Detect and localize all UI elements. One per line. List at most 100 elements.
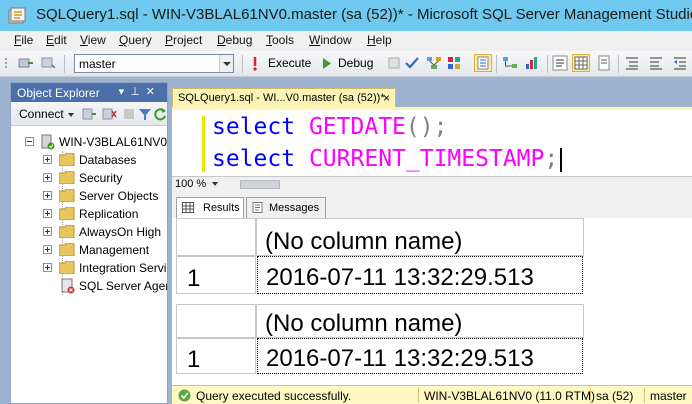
folder-icon: [59, 243, 75, 256]
menu-window[interactable]: Window: [309, 33, 352, 47]
folder-icon: [59, 189, 75, 202]
sql-agent-icon: [61, 278, 75, 294]
tab-messages[interactable]: Messages: [246, 197, 326, 218]
estimated-plan-icon[interactable]: [426, 55, 442, 71]
chevron-down-icon[interactable]: [219, 55, 233, 72]
success-check-icon: [178, 389, 191, 402]
uncomment-lines-icon[interactable]: [648, 55, 664, 71]
results-to-text-icon[interactable]: [552, 55, 568, 71]
folder-icon: [59, 171, 75, 184]
expand-icon[interactable]: [43, 263, 52, 272]
debug-button[interactable]: Debug: [338, 56, 373, 70]
parse-checkmark-icon[interactable]: [404, 55, 420, 71]
execute-icon[interactable]: [250, 57, 260, 71]
include-plan-icon[interactable]: [502, 55, 518, 71]
tree-node-management[interactable]: Management: [43, 241, 167, 259]
grid-corner-cell[interactable]: [176, 218, 256, 256]
folder-icon: [59, 153, 75, 166]
object-explorer-tree: WIN-V3BLAL61NV0 Databases Security Serve…: [11, 130, 167, 400]
tree-node-databases[interactable]: Databases: [43, 151, 167, 169]
status-server: WIN-V3BLAL61NV0 (11.0 RTM): [424, 389, 595, 403]
close-tab-icon[interactable]: ×: [383, 91, 390, 105]
horizontal-scrollbar[interactable]: [240, 180, 280, 189]
client-statistics-icon[interactable]: [524, 55, 540, 71]
toolbar-separator: [64, 55, 65, 73]
close-icon[interactable]: ✕: [146, 86, 161, 98]
decrease-indent-icon[interactable]: [672, 55, 688, 71]
editor-line-1[interactable]: select GETDATE();: [212, 114, 447, 140]
tree-node-integration-services[interactable]: Integration Servi: [43, 259, 167, 277]
connect-dropdown-button[interactable]: Connect: [19, 107, 74, 121]
expand-icon[interactable]: [43, 155, 52, 164]
object-explorer-title: Object Explorer: [17, 86, 100, 100]
tree-node-replication[interactable]: Replication: [43, 205, 167, 223]
status-message: Query executed successfully.: [196, 389, 352, 403]
column-header[interactable]: (No column name): [256, 218, 584, 256]
tree-node-server-objects[interactable]: Server Objects: [43, 187, 167, 205]
document-tab-label: SQLQuery1.sql - WI...V0.master (sa (52))…: [178, 92, 385, 104]
object-explorer-panel: Object Explorer ▾⊥✕ Connect WIN-V3BLAL61…: [10, 82, 168, 404]
pin-dropdown-icon[interactable]: ▾: [119, 86, 131, 98]
results-to-grid-icon[interactable]: [572, 54, 590, 72]
row-header[interactable]: 1: [176, 256, 256, 294]
editor-zoom-bar: 100 %: [172, 176, 692, 192]
editor-line-2[interactable]: select CURRENT_TIMESTAMP;: [212, 146, 563, 172]
tree-node-server[interactable]: WIN-V3BLAL61NV0: [25, 133, 167, 151]
menu-help[interactable]: Help: [367, 33, 392, 47]
query-document-tab[interactable]: SQLQuery1.sql - WI...V0.master (sa (52))…: [172, 88, 396, 108]
results-to-file-icon[interactable]: [474, 54, 492, 72]
toolbar-separator: [547, 55, 548, 73]
menu-file[interactable]: File: [14, 33, 33, 47]
results-file-icon[interactable]: [596, 55, 612, 71]
tab-results[interactable]: Results: [176, 197, 244, 218]
tree-node-security[interactable]: Security: [43, 169, 167, 187]
expand-icon[interactable]: [43, 209, 52, 218]
connect-server-icon[interactable]: [81, 106, 97, 122]
menu-view[interactable]: View: [80, 33, 106, 47]
collapse-icon[interactable]: [25, 137, 34, 146]
disconnect-icon[interactable]: [101, 106, 117, 122]
result-cell-selected[interactable]: 2016-07-11 13:32:29.513: [257, 338, 583, 374]
change-connection-icon[interactable]: [40, 55, 56, 71]
grid-icon: [182, 202, 194, 213]
folder-icon: [59, 261, 75, 274]
filter-icon[interactable]: [137, 106, 153, 122]
auto-hide-pin-icon[interactable]: ⊥: [130, 86, 146, 98]
expand-icon[interactable]: [43, 227, 52, 236]
menu-tools[interactable]: Tools: [266, 33, 294, 47]
column-header[interactable]: (No column name): [256, 304, 584, 338]
row-header[interactable]: 1: [176, 338, 256, 374]
expand-icon[interactable]: [43, 173, 52, 182]
server-icon: [41, 134, 55, 150]
object-explorer-toolbar: Connect: [11, 102, 167, 126]
query-editor[interactable]: select GETDATE(); select CURRENT_TIMESTA…: [172, 110, 692, 176]
toolbar-separator: [242, 55, 243, 73]
status-database: master: [650, 389, 687, 403]
available-databases-dropdown[interactable]: master: [74, 54, 234, 73]
tree-node-alwayson[interactable]: AlwaysOn High: [43, 223, 167, 241]
execute-button[interactable]: Execute: [268, 56, 311, 70]
server-name: WIN-V3BLAL61NV0: [59, 135, 167, 149]
menu-debug[interactable]: Debug: [217, 33, 252, 47]
result-cell-selected[interactable]: 2016-07-11 13:32:29.513: [257, 256, 583, 294]
menu-project[interactable]: Project: [165, 33, 202, 47]
cancel-query-icon[interactable]: [386, 55, 402, 71]
query-designer-icon[interactable]: [446, 55, 462, 71]
menu-query[interactable]: Query: [119, 33, 152, 47]
stop-icon[interactable]: [121, 106, 137, 122]
expand-icon[interactable]: [43, 245, 52, 254]
expand-icon[interactable]: [43, 191, 52, 200]
grid-corner-cell[interactable]: [176, 304, 256, 338]
connect-icon[interactable]: [18, 55, 34, 71]
toolbar-grip-icon: [5, 58, 7, 68]
zoom-level-dropdown[interactable]: 100 %: [175, 178, 218, 190]
debug-play-icon[interactable]: [322, 58, 332, 69]
refresh-icon[interactable]: [153, 106, 167, 122]
tree-node-sql-server-agent[interactable]: SQL Server Agen: [43, 277, 167, 295]
comment-lines-icon[interactable]: [624, 55, 640, 71]
toolbar-separator: [496, 55, 497, 73]
changed-lines-marker: [202, 116, 205, 172]
menu-edit[interactable]: Edit: [46, 33, 67, 47]
query-status-bar: Query executed successfully. WIN-V3BLAL6…: [172, 385, 692, 404]
menu-bar: File Edit View Query Project Debug Tools…: [0, 31, 692, 51]
